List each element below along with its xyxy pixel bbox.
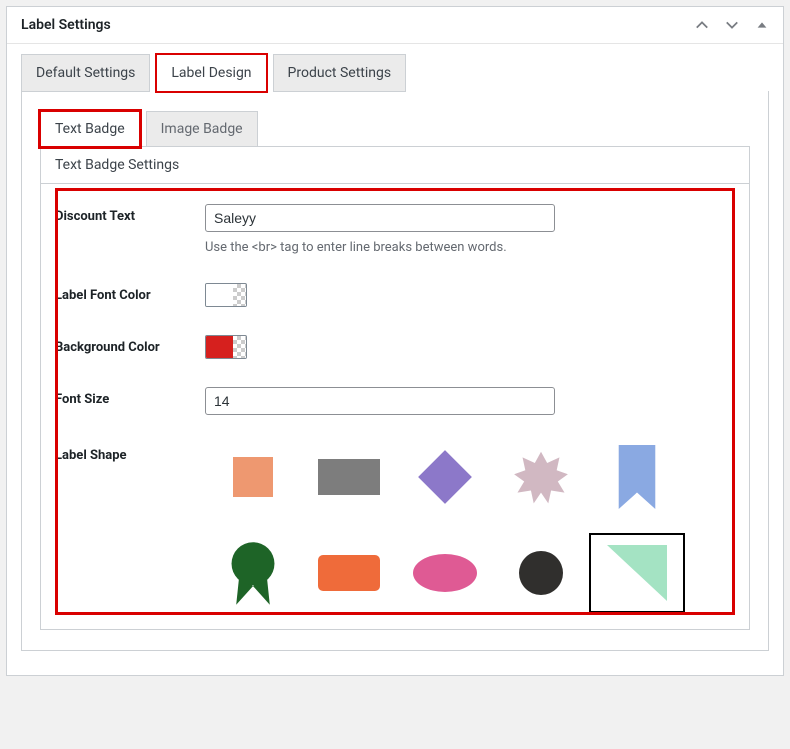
bg-color-picker[interactable] (205, 335, 247, 359)
row-label-shape: Label Shape (55, 443, 735, 613)
shape-triangle[interactable] (589, 533, 685, 613)
bg-color-value (206, 336, 233, 358)
tab-label-design[interactable]: Label Design (156, 54, 266, 92)
panel-header: Label Settings (7, 7, 783, 44)
shape-starburst[interactable] (493, 437, 589, 517)
shape-ribbon-circle[interactable] (205, 533, 301, 613)
field-bg-color (205, 335, 735, 359)
field-discount-text: Use the <br> tag to enter line breaks be… (205, 204, 735, 255)
field-font-size (205, 387, 735, 415)
label-bg-color: Background Color (55, 335, 205, 359)
shape-rectangle[interactable] (301, 437, 397, 517)
tab-default-settings[interactable]: Default Settings (21, 54, 150, 92)
section-title: Text Badge Settings (41, 147, 749, 184)
row-bg-color: Background Color (55, 335, 735, 359)
tab-content: Text Badge Image Badge Text Badge Settin… (21, 91, 769, 651)
chevron-up-icon[interactable] (695, 18, 709, 32)
shape-oval[interactable] (397, 533, 493, 613)
font-color-value (206, 284, 233, 306)
label-font-color: Label Font Color (55, 283, 205, 307)
alpha-pattern-icon (233, 284, 246, 306)
subtab-text-badge[interactable]: Text Badge (40, 111, 140, 147)
subtab-content: Text Badge Settings Discount Text Use th… (40, 146, 750, 630)
shape-circle[interactable] (493, 533, 589, 613)
secondary-tabs: Text Badge Image Badge (40, 111, 750, 147)
row-font-size: Font Size (55, 387, 735, 415)
field-shape (205, 443, 735, 613)
primary-tabs: Default Settings Label Design Product Se… (21, 54, 769, 92)
shape-diamond[interactable] (397, 437, 493, 517)
field-font-color (205, 283, 735, 307)
panel-header-actions (695, 18, 769, 32)
label-shape: Label Shape (55, 443, 205, 613)
row-font-color: Label Font Color (55, 283, 735, 307)
label-discount-text: Discount Text (55, 204, 205, 255)
collapse-icon[interactable] (755, 18, 769, 32)
alpha-pattern-icon (233, 336, 246, 358)
panel-title: Label Settings (21, 17, 695, 33)
discount-text-input[interactable] (205, 204, 555, 232)
form-body: Discount Text Use the <br> tag to enter … (41, 184, 749, 629)
shape-bookmark[interactable] (589, 437, 685, 517)
settings-panel: Label Settings Default Settings Label De… (6, 6, 784, 676)
row-discount-text: Discount Text Use the <br> tag to enter … (55, 204, 735, 255)
font-size-input[interactable] (205, 387, 555, 415)
shape-square[interactable] (205, 437, 301, 517)
label-font-size: Font Size (55, 387, 205, 415)
shapes-grid (205, 437, 735, 613)
shape-rounded-rect[interactable] (301, 533, 397, 613)
tab-product-settings[interactable]: Product Settings (273, 54, 407, 92)
chevron-down-icon[interactable] (725, 18, 739, 32)
subtab-image-badge[interactable]: Image Badge (146, 111, 258, 147)
panel-body: Default Settings Label Design Product Se… (7, 44, 783, 675)
discount-text-helper: Use the <br> tag to enter line breaks be… (205, 240, 735, 255)
font-color-picker[interactable] (205, 283, 247, 307)
